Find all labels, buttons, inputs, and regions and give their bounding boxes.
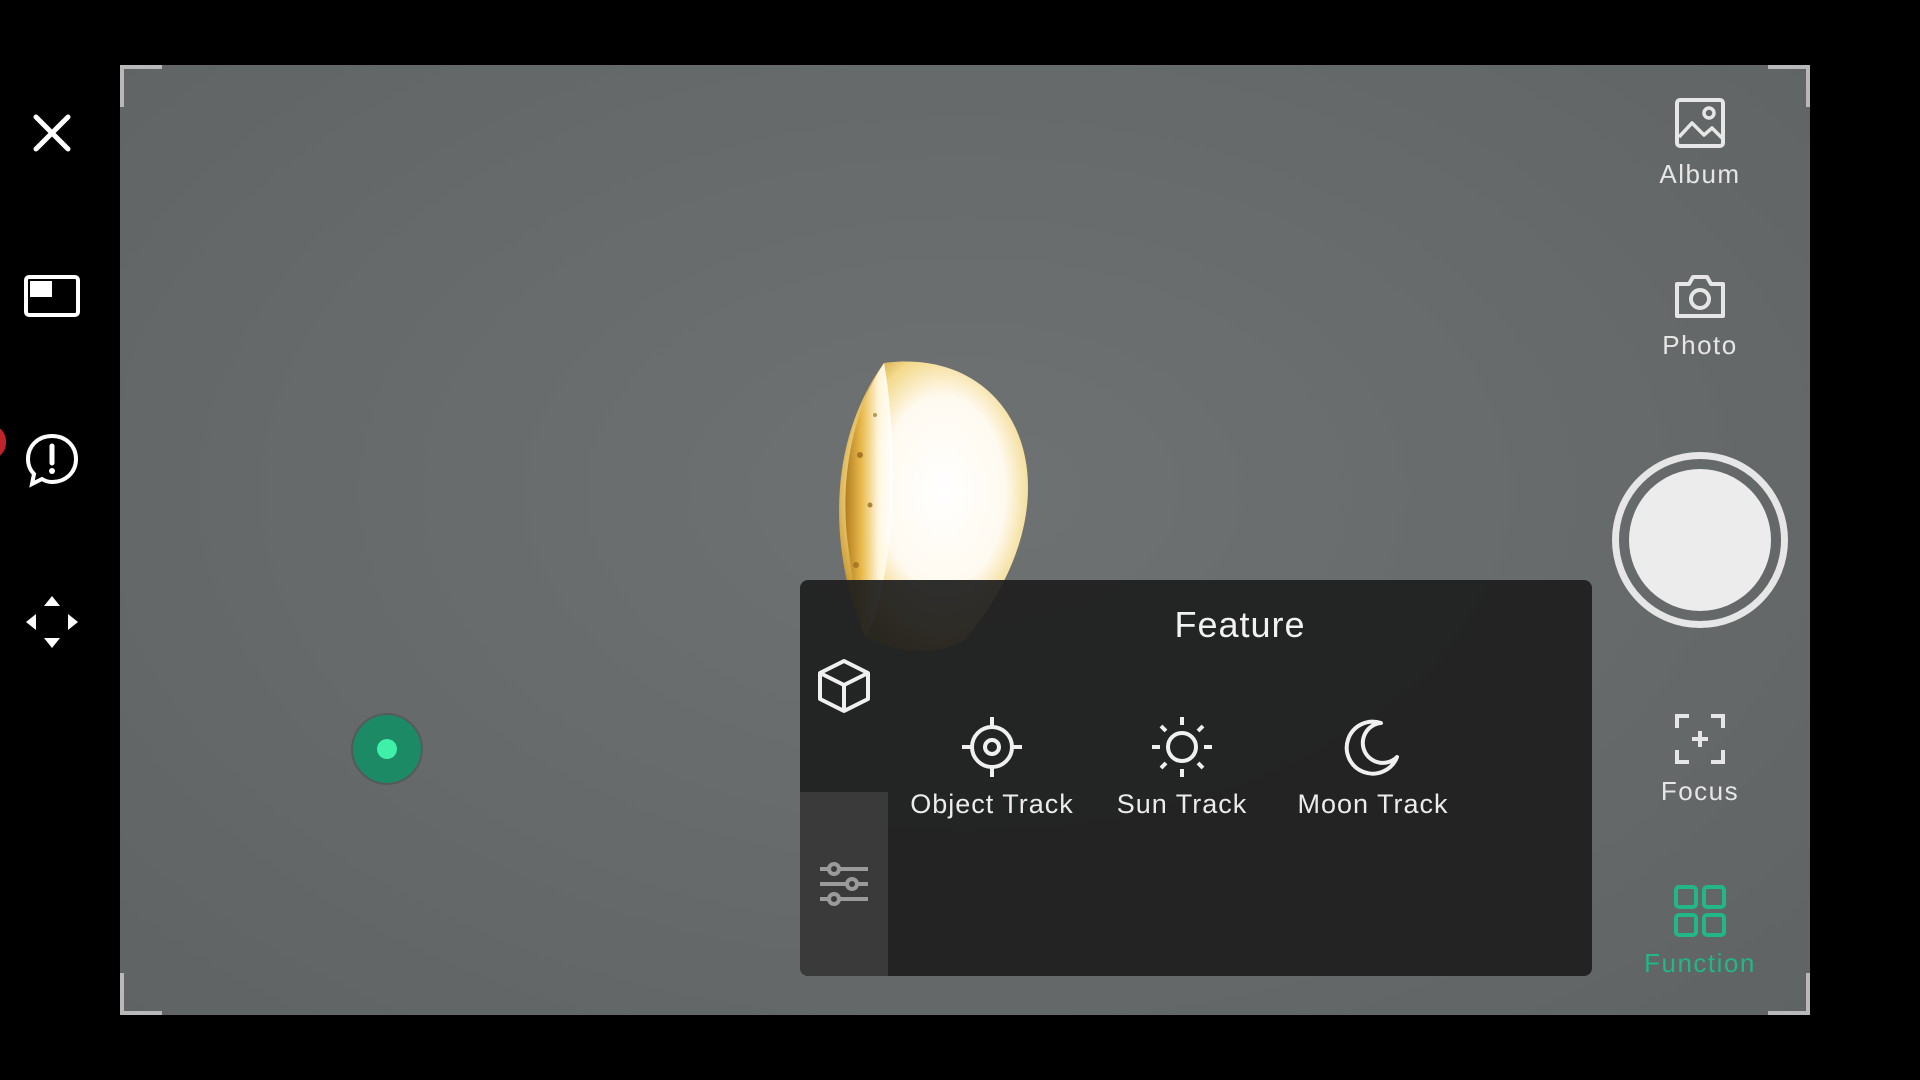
joystick-control[interactable] bbox=[353, 715, 421, 783]
feature-panel-tabs bbox=[800, 580, 888, 976]
camera-screen: Album Photo Focus Function Feature Objec… bbox=[0, 0, 1920, 1080]
feedback-button[interactable] bbox=[22, 430, 82, 490]
moon-track-label: Moon Track bbox=[1297, 789, 1449, 819]
tab-adjustments[interactable] bbox=[800, 792, 888, 976]
camera-icon bbox=[1675, 275, 1725, 318]
object-track-label: Object Track bbox=[910, 789, 1074, 819]
moon-icon bbox=[1344, 719, 1399, 776]
frame-corner bbox=[120, 65, 162, 107]
left-toolbar bbox=[0, 0, 110, 1080]
notification-dot bbox=[0, 425, 6, 459]
function-label: Function bbox=[1644, 948, 1756, 978]
frame-corner bbox=[1768, 973, 1810, 1015]
grid-icon bbox=[1674, 885, 1726, 937]
move-arrows-icon bbox=[26, 596, 78, 648]
shutter-button[interactable] bbox=[1612, 452, 1788, 628]
album-icon bbox=[1675, 98, 1725, 148]
frame-corner bbox=[1768, 65, 1810, 107]
moon-track-button[interactable]: Moon Track bbox=[1288, 715, 1458, 820]
feature-panel-title: Feature bbox=[1174, 604, 1306, 645]
sun-icon bbox=[1152, 717, 1212, 777]
focus-button[interactable]: Focus bbox=[1640, 712, 1760, 807]
close-button[interactable] bbox=[22, 103, 82, 163]
move-button[interactable] bbox=[22, 592, 82, 652]
focus-icon bbox=[1675, 714, 1725, 764]
close-icon bbox=[33, 114, 71, 152]
focus-label: Focus bbox=[1660, 776, 1740, 806]
photo-label: Photo bbox=[1662, 330, 1738, 360]
object-track-button[interactable]: Object Track bbox=[908, 715, 1076, 820]
album-button[interactable]: Album bbox=[1640, 97, 1760, 190]
sun-track-label: Sun Track bbox=[1116, 789, 1248, 819]
photo-button[interactable]: Photo bbox=[1640, 272, 1760, 361]
picture-in-picture-icon bbox=[24, 275, 80, 317]
tab-features[interactable] bbox=[800, 580, 888, 792]
shutter-inner bbox=[1629, 469, 1771, 611]
sun-track-button[interactable]: Sun Track bbox=[1112, 715, 1252, 820]
frame-corner bbox=[120, 973, 162, 1015]
feedback-alert-icon bbox=[25, 433, 79, 488]
cube-icon bbox=[818, 659, 870, 713]
feature-panel: Feature Object Track Sun Track Moon Trac… bbox=[800, 580, 1592, 976]
function-button[interactable]: Function bbox=[1640, 884, 1760, 979]
album-label: Album bbox=[1659, 159, 1741, 189]
target-icon bbox=[962, 717, 1022, 777]
sliders-icon bbox=[820, 862, 868, 906]
picture-in-picture-button[interactable] bbox=[22, 266, 82, 326]
